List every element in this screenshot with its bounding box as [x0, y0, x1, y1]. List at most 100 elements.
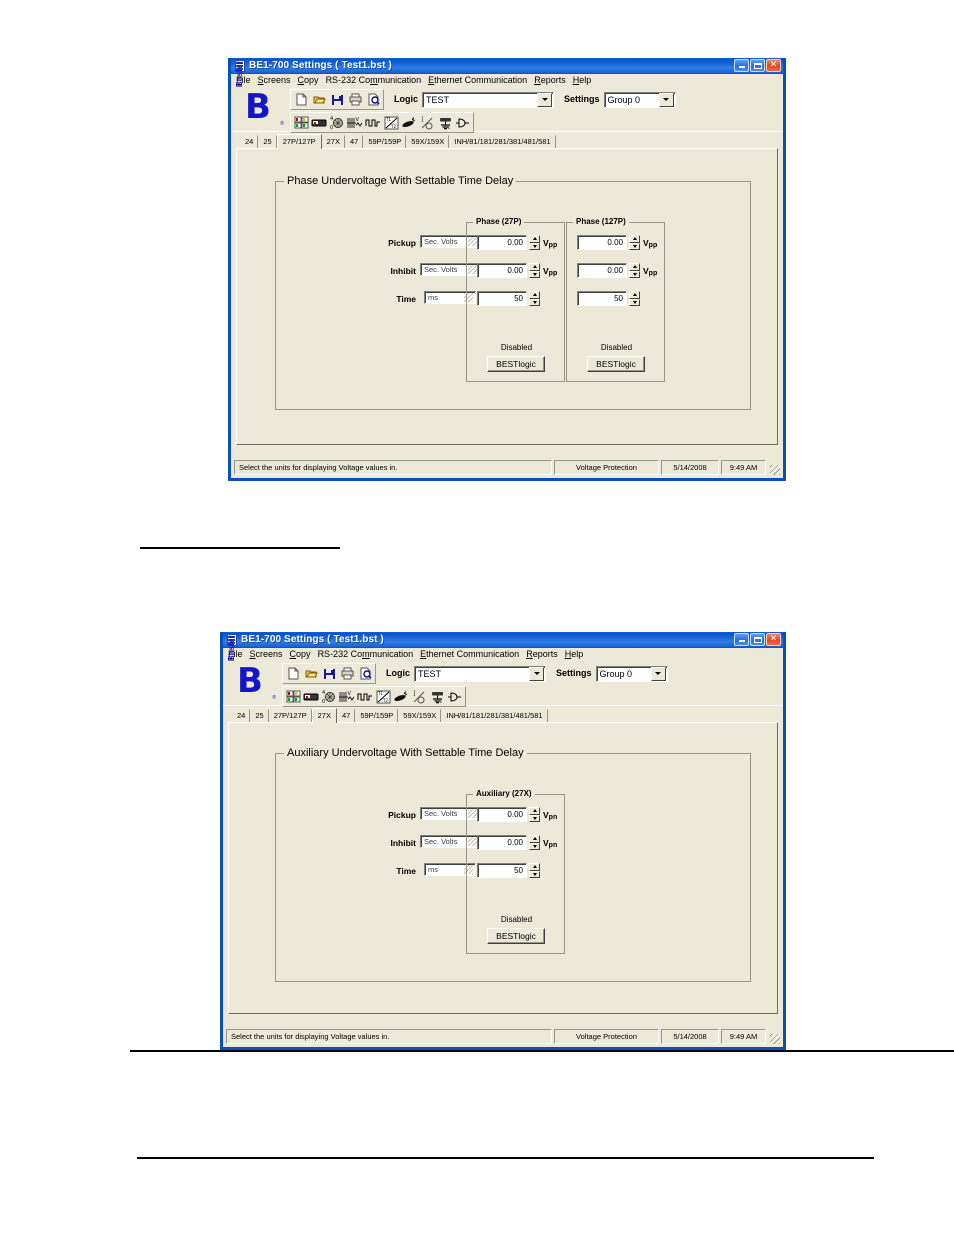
- new-icon[interactable]: [292, 91, 310, 108]
- pulse-logic-icon[interactable]: [364, 114, 382, 131]
- window-2-caption-buttons[interactable]: ✕: [734, 633, 781, 646]
- chevron-down-icon[interactable]: [658, 92, 674, 107]
- spinner-down-icon[interactable]: [629, 298, 640, 306]
- file-toolbar-group[interactable]: [290, 89, 384, 110]
- tab-59p-159p[interactable]: 59P/159P: [363, 135, 407, 148]
- io-icon[interactable]: I: [410, 688, 428, 705]
- auxiliary-27x-time-spinner[interactable]: [529, 863, 540, 878]
- tab-47[interactable]: 47: [337, 709, 356, 722]
- window-2-toolbar[interactable]: Basler B ® Logic TEST Settings Group 0 4…: [223, 635, 783, 707]
- time-curve-icon[interactable]: T1 T2: [374, 688, 392, 705]
- breaker-monitor-icon[interactable]: c: [400, 114, 418, 131]
- phase-27p-time-spinner[interactable]: [529, 291, 540, 306]
- spinner-down-icon[interactable]: [529, 814, 540, 822]
- auxiliary-27x-inhibit-spinner[interactable]: [529, 835, 540, 850]
- window-1-titlebar[interactable]: BE1-700 Settings ( Test1.bst ) ✕: [231, 58, 783, 74]
- menu-reports[interactable]: Reports: [533, 75, 572, 86]
- tab-inh-81[interactable]: INH/81/181/281/381/481/581: [449, 135, 556, 148]
- spinner-down-icon[interactable]: [529, 242, 540, 250]
- open-icon[interactable]: [302, 665, 320, 682]
- screens-toolbar-group[interactable]: 40 V T1 T2 c I c: [282, 686, 466, 707]
- phase-127p-inhibit-spinner[interactable]: [629, 263, 640, 278]
- window-2-titlebar[interactable]: BE1-700 Settings ( Test1.bst ) ✕: [223, 632, 783, 648]
- spinner-down-icon[interactable]: [629, 270, 640, 278]
- auxiliary-27x-time-input[interactable]: 50: [477, 863, 527, 878]
- io-icon[interactable]: I: [418, 114, 436, 131]
- general-settings-icon[interactable]: [292, 114, 310, 131]
- menu-ethernet-communication[interactable]: Ethernet Communication: [427, 75, 533, 86]
- spinner-up-icon[interactable]: [629, 235, 640, 243]
- phase-127p-time-input[interactable]: 50: [577, 291, 627, 306]
- tab-59x-159x[interactable]: 59X/159X: [398, 709, 442, 722]
- phase-27p-inhibit-spinner[interactable]: [529, 263, 540, 278]
- minimize-button[interactable]: [734, 59, 749, 72]
- spinner-down-icon[interactable]: [529, 298, 540, 306]
- auxiliary-27x-pickup-input[interactable]: 0.00: [477, 807, 527, 822]
- window-1-toolbar[interactable]: Basler B ® Logic TEST Settings Group 0 4…: [231, 61, 783, 133]
- tab-47[interactable]: 47: [345, 135, 364, 148]
- tab-59x-159x[interactable]: 59X/159X: [406, 135, 450, 148]
- maximize-button[interactable]: [750, 59, 765, 72]
- phase-127p-pickup-input[interactable]: 0.00: [577, 235, 627, 250]
- menu-rs232-communication[interactable]: RS-232 Communication: [325, 75, 428, 86]
- chevron-down-icon[interactable]: [650, 666, 666, 681]
- window-2-menubar[interactable]: File Screens Copy RS-232 Communication E…: [223, 648, 783, 661]
- spinner-up-icon[interactable]: [529, 807, 540, 815]
- spinner-up-icon[interactable]: [529, 291, 540, 299]
- ground-icon[interactable]: c: [436, 114, 454, 131]
- tab-59p-159p[interactable]: 59P/159P: [355, 709, 399, 722]
- menu-help[interactable]: Help: [572, 75, 598, 86]
- window-1-caption-buttons[interactable]: ✕: [734, 59, 781, 72]
- phase-127p-pickup-spinner[interactable]: [629, 235, 640, 250]
- tab-24[interactable]: 24: [232, 709, 251, 722]
- chevron-down-icon[interactable]: [537, 92, 552, 107]
- maximize-button[interactable]: [750, 633, 765, 646]
- menu-rs232-communication[interactable]: RS-232 Communication: [317, 649, 420, 660]
- breaker-monitor-icon[interactable]: c: [392, 688, 410, 705]
- spinner-up-icon[interactable]: [529, 263, 540, 271]
- spinner-up-icon[interactable]: [529, 863, 540, 871]
- phase-27p-bestlogic-button[interactable]: BESTlogic: [487, 356, 545, 372]
- close-button[interactable]: ✕: [766, 59, 781, 72]
- global-settings-icon[interactable]: 40: [320, 688, 338, 705]
- resize-grip-icon[interactable]: [768, 1029, 780, 1044]
- spinner-down-icon[interactable]: [529, 842, 540, 850]
- menu-copy[interactable]: Copy: [297, 75, 325, 86]
- auxiliary-27x-bestlogic-button[interactable]: BESTlogic: [487, 928, 545, 944]
- print-preview-icon[interactable]: [356, 665, 374, 682]
- spinner-up-icon[interactable]: [629, 263, 640, 271]
- new-icon[interactable]: [284, 665, 302, 682]
- phase-127p-time-spinner[interactable]: [629, 291, 640, 306]
- minimize-button[interactable]: [734, 633, 749, 646]
- spinner-down-icon[interactable]: [629, 242, 640, 250]
- spinner-up-icon[interactable]: [629, 291, 640, 299]
- window-1-tabstrip[interactable]: 24 25 27P/127P 27X 47 59P/159P 59X/159X …: [234, 134, 780, 149]
- relay-device-icon[interactable]: [310, 114, 328, 131]
- menu-screens[interactable]: Screens: [257, 75, 297, 86]
- be1-700-settings-window-1[interactable]: BE1-700 Settings ( Test1.bst ) ✕ File Sc…: [228, 58, 786, 481]
- file-toolbar-group[interactable]: [282, 663, 376, 684]
- current-protection-icon[interactable]: V: [338, 688, 356, 705]
- be1-700-settings-window-2[interactable]: BE1-700 Settings ( Test1.bst ) ✕ File Sc…: [220, 632, 786, 1050]
- tab-27x[interactable]: 27X: [321, 135, 345, 148]
- phase-127p-inhibit-input[interactable]: 0.00: [577, 263, 627, 278]
- menu-help[interactable]: Help: [564, 649, 590, 660]
- tab-27p-127p[interactable]: 27P/127P: [276, 134, 322, 149]
- chevron-down-icon[interactable]: [529, 666, 544, 681]
- tab-24[interactable]: 24: [240, 135, 259, 148]
- spinner-up-icon[interactable]: [529, 235, 540, 243]
- phase-127p-bestlogic-button[interactable]: BESTlogic: [587, 356, 645, 372]
- phase-27p-pickup-spinner[interactable]: [529, 235, 540, 250]
- auxiliary-27x-pickup-spinner[interactable]: [529, 807, 540, 822]
- ground-icon[interactable]: c: [428, 688, 446, 705]
- phase-27p-inhibit-input[interactable]: 0.00: [477, 263, 527, 278]
- tab-27x[interactable]: 27X: [311, 708, 337, 723]
- time-curve-icon[interactable]: T1 T2: [382, 114, 400, 131]
- resize-grip-icon[interactable]: [768, 460, 780, 475]
- tab-25[interactable]: 25: [250, 709, 269, 722]
- open-icon[interactable]: [310, 91, 328, 108]
- close-button[interactable]: ✕: [766, 633, 781, 646]
- tab-27p-127p[interactable]: 27P/127P: [268, 709, 312, 722]
- menu-copy[interactable]: Copy: [289, 649, 317, 660]
- tab-inh-81[interactable]: INH/81/181/281/381/481/581: [441, 709, 548, 722]
